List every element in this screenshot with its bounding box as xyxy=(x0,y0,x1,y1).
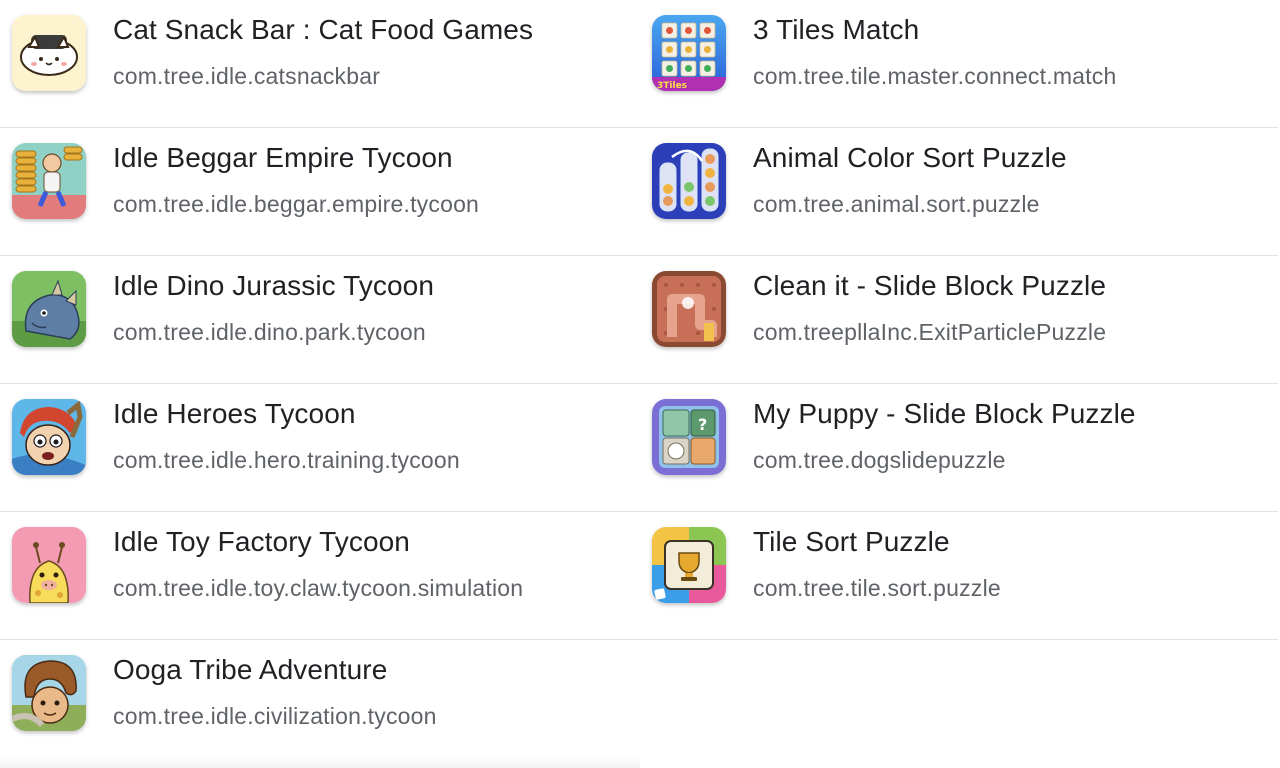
app-package-name: com.tree.dogslidepuzzle xyxy=(753,447,1006,473)
app-title: My Puppy - Slide Block Puzzle xyxy=(753,398,1136,429)
app-list: Cat Snack Bar : Cat Food Games com.tree.… xyxy=(0,0,1280,768)
app-title: Clean it - Slide Block Puzzle xyxy=(753,270,1107,301)
app-item-clean-it[interactable]: Clean it - Slide Block Puzzle com.treepl… xyxy=(640,256,1280,384)
app-package-name: com.tree.idle.toy.claw.tycoon.simulation xyxy=(113,575,524,601)
divider xyxy=(640,639,1278,640)
app-item-ooga-tribe[interactable]: Ooga Tribe Adventure com.tree.idle.civil… xyxy=(0,640,640,768)
app-item-3-tiles-match[interactable]: 3Tiles 3 Tiles Match com.tree.tile.maste… xyxy=(640,0,1280,128)
app-item-tile-sort[interactable]: Tile Sort Puzzle com.tree.tile.sort.puzz… xyxy=(640,512,1280,640)
app-title: Animal Color Sort Puzzle xyxy=(753,142,1067,173)
cat-sushi-icon xyxy=(12,15,86,91)
app-item-idle-heroes[interactable]: Idle Heroes Tycoon com.tree.idle.hero.tr… xyxy=(0,384,640,512)
puppy-block-icon: ? xyxy=(652,399,726,475)
app-package-name: com.tree.tile.master.connect.match xyxy=(753,63,1117,89)
caveman-icon xyxy=(12,655,86,731)
giraffe-toy-icon xyxy=(12,527,86,603)
app-title: Idle Beggar Empire Tycoon xyxy=(113,142,453,173)
dinosaur-icon xyxy=(12,271,86,347)
maze-path-icon xyxy=(652,271,726,347)
app-package-name: com.tree.idle.dino.park.tycoon xyxy=(113,319,426,345)
beggar-coins-icon xyxy=(12,143,86,219)
app-item-idle-dino[interactable]: Idle Dino Jurassic Tycoon com.tree.idle.… xyxy=(0,256,640,384)
app-title: Ooga Tribe Adventure xyxy=(113,654,388,685)
app-package-name: com.tree.tile.sort.puzzle xyxy=(753,575,1001,601)
question-mark-text: ? xyxy=(698,415,707,434)
app-title: Tile Sort Puzzle xyxy=(753,526,950,557)
app-package-name: com.tree.idle.civilization.tycoon xyxy=(113,703,437,729)
bottom-fade xyxy=(0,756,640,768)
hero-face-icon xyxy=(12,399,86,475)
app-title: Idle Dino Jurassic Tycoon xyxy=(113,270,435,301)
app-package-name: com.tree.animal.sort.puzzle xyxy=(753,191,1040,217)
app-item-animal-color-sort[interactable]: Animal Color Sort Puzzle com.tree.animal… xyxy=(640,128,1280,256)
sort-tubes-icon xyxy=(652,143,726,219)
app-title: Idle Heroes Tycoon xyxy=(113,398,356,429)
app-package-name: com.treepllaInc.ExitParticlePuzzle xyxy=(753,319,1107,345)
app-item-cat-snack-bar[interactable]: Cat Snack Bar : Cat Food Games com.tree.… xyxy=(0,0,640,128)
app-item-my-puppy[interactable]: ? My Puppy - Slide Block Puzzle com.tree… xyxy=(640,384,1280,512)
app-title: Cat Snack Bar : Cat Food Games xyxy=(113,14,534,45)
app-item-idle-beggar[interactable]: Idle Beggar Empire Tycoon com.tree.idle.… xyxy=(0,128,640,256)
app-item-idle-toy-factory[interactable]: Idle Toy Factory Tycoon com.tree.idle.to… xyxy=(0,512,640,640)
app-title: Idle Toy Factory Tycoon xyxy=(113,526,410,557)
tiles-logo-text: 3Tiles xyxy=(657,81,687,91)
app-title: 3 Tiles Match xyxy=(753,14,920,45)
app-package-name: com.tree.idle.beggar.empire.tycoon xyxy=(113,191,480,217)
trophy-tile-icon xyxy=(652,527,726,603)
tiles-grid-icon: 3Tiles xyxy=(652,15,726,91)
app-package-name: com.tree.idle.catsnackbar xyxy=(113,63,381,89)
app-package-name: com.tree.idle.hero.training.tycoon xyxy=(113,447,460,473)
